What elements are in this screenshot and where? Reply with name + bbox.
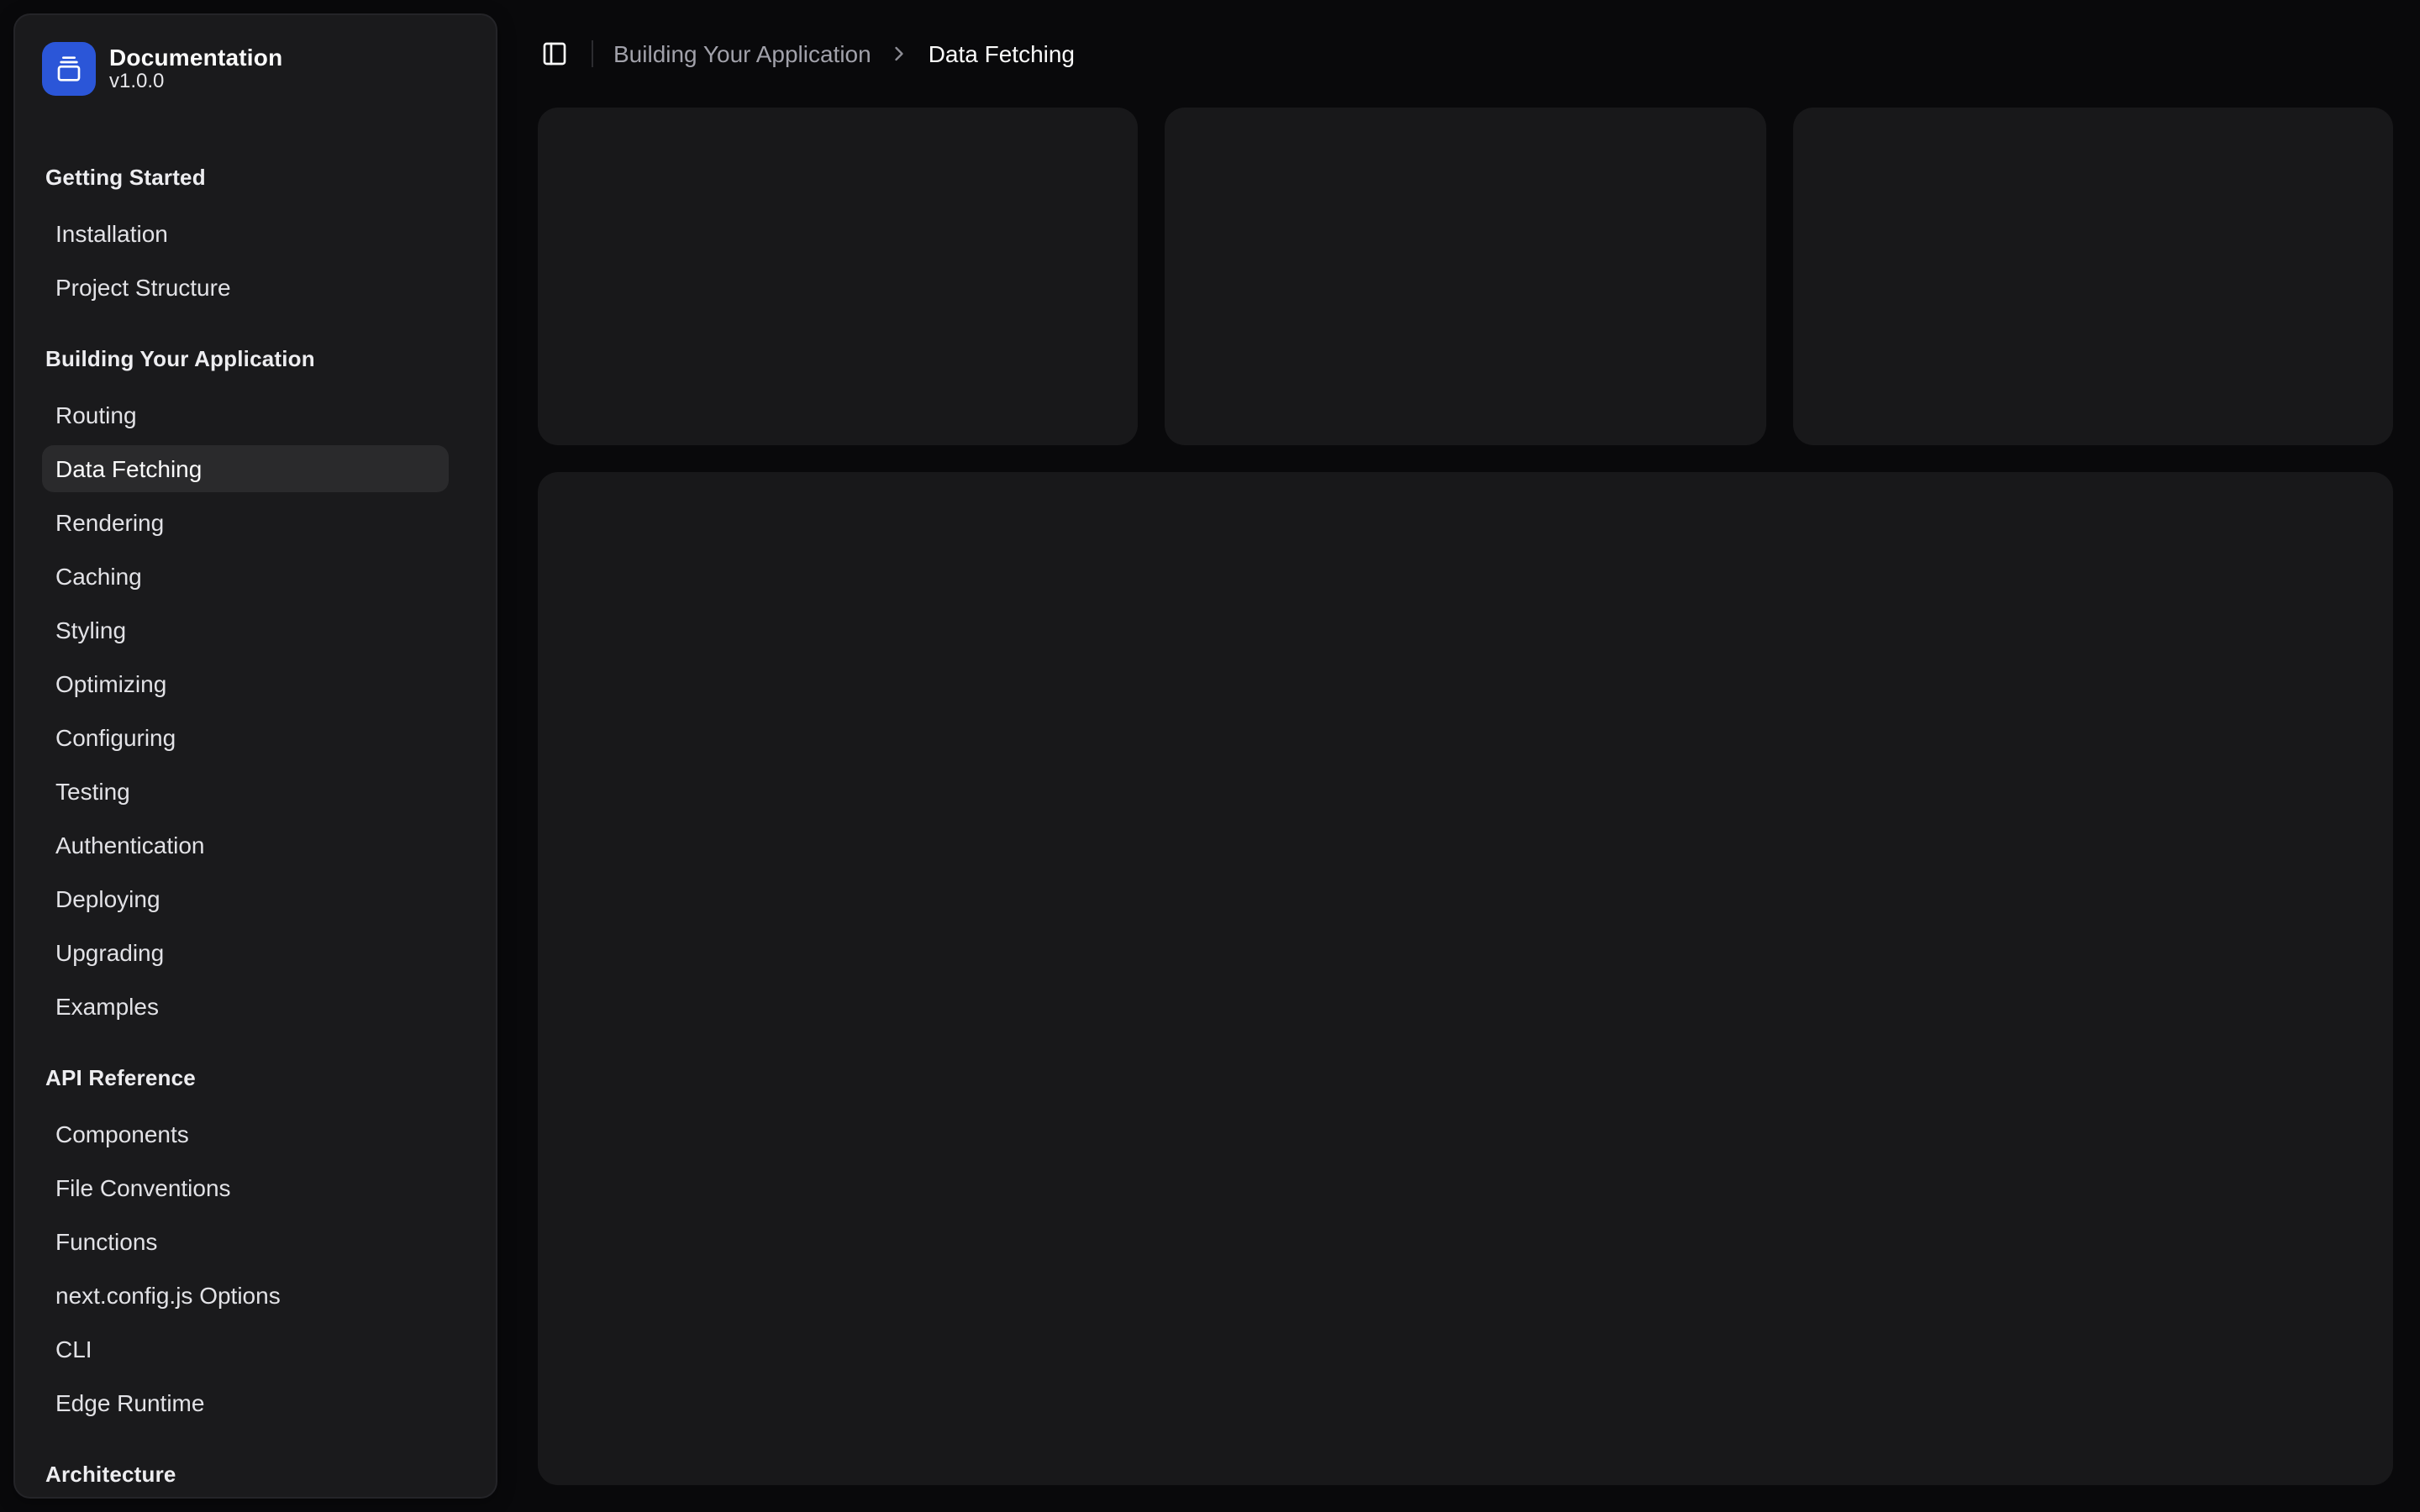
sidebar-group-label: API Reference [42, 1050, 449, 1104]
sidebar-nav: Getting Started Installation Project Struc… [15, 123, 496, 1499]
placeholder-panel [538, 472, 2393, 1485]
sidebar-item-deploying[interactable]: Deploying [42, 875, 449, 922]
sidebar-item-cli[interactable]: CLI [42, 1326, 449, 1373]
app-title: Documentation [109, 44, 282, 71]
breadcrumb-current: Data Fetching [929, 40, 1075, 67]
sidebar-item-upgrading[interactable]: Upgrading [42, 929, 449, 976]
sidebar-item-project-structure[interactable]: Project Structure [42, 264, 449, 311]
sidebar-item-components[interactable]: Components [42, 1110, 449, 1158]
panel-left-icon [541, 40, 568, 67]
sidebar-group-building-your-application: Building Your Application Routing Data Fet… [15, 331, 496, 1050]
sidebar-group-label: Getting Started [42, 150, 449, 203]
sidebar-item-authentication[interactable]: Authentication [42, 822, 449, 869]
placeholder-card [1792, 108, 2393, 445]
sidebar: Documentation v1.0.0 Getting StartedInst… [13, 13, 497, 1499]
sidebar-menu: Components File Conventions Functions next.… [42, 1104, 449, 1426]
sidebar-toggle-button[interactable] [531, 30, 578, 77]
app-root: Documentation v1.0.0 Getting StartedInst… [0, 0, 2420, 1512]
sidebar-group-label: Architecture [42, 1446, 449, 1499]
sidebar-item-edge-runtime[interactable]: Edge Runtime [42, 1379, 449, 1426]
sidebar-item-caching[interactable]: Caching [42, 553, 449, 600]
sidebar-item-installation[interactable]: Installation [42, 210, 449, 257]
sidebar-item-file-conventions[interactable]: File Conventions [42, 1164, 449, 1211]
sidebar-group-label: Building Your Application [42, 331, 449, 385]
placeholder-card [538, 108, 1139, 445]
app-switcher-button[interactable]: Documentation v1.0.0 [29, 29, 482, 109]
sidebar-group-getting-started: Getting Started Installation Project Struc… [15, 123, 496, 331]
sidebar-header: Documentation v1.0.0 [15, 15, 496, 123]
main-content: Building Your Application Data Fetching [511, 0, 2420, 1512]
app-logo [42, 42, 96, 96]
app-version: v1.0.0 [109, 71, 282, 94]
sidebar-menu: Installation Project Structure [42, 203, 449, 311]
main-header: Building Your Application Data Fetching [538, 0, 2393, 108]
sidebar-item-optimizing[interactable]: Optimizing [42, 660, 449, 707]
sidebar-menu: Routing Data Fetching Rendering Caching Styl… [42, 385, 449, 1030]
sidebar-item-routing[interactable]: Routing [42, 391, 449, 438]
placeholder-card [1165, 108, 1766, 445]
sidebar-item-rendering[interactable]: Rendering [42, 499, 449, 546]
sidebar-item-next-config-js-options[interactable]: next.config.js Options [42, 1272, 449, 1319]
breadcrumb-link-parent[interactable]: Building Your Application [613, 40, 871, 67]
sidebar-item-data-fetching[interactable]: Data Fetching [42, 445, 449, 492]
sidebar-group-api-reference: API Reference Components File Conventions F… [15, 1050, 496, 1446]
breadcrumb: Building Your Application Data Fetching [613, 40, 1075, 67]
chevron-right-icon [888, 42, 912, 66]
sidebar-item-styling[interactable]: Styling [42, 606, 449, 654]
sidebar-item-examples[interactable]: Examples [42, 983, 449, 1030]
app-titles: Documentation v1.0.0 [109, 44, 282, 94]
sidebar-item-configuring[interactable]: Configuring [42, 714, 449, 761]
header-separator [592, 40, 593, 67]
sidebar-group-architecture: ArchitectureAccessibility [15, 1446, 496, 1499]
sidebar-item-testing[interactable]: Testing [42, 768, 449, 815]
placeholder-cards-row [538, 108, 2393, 445]
gallery-vertical-end-icon [55, 55, 82, 82]
sidebar-item-functions[interactable]: Functions [42, 1218, 449, 1265]
